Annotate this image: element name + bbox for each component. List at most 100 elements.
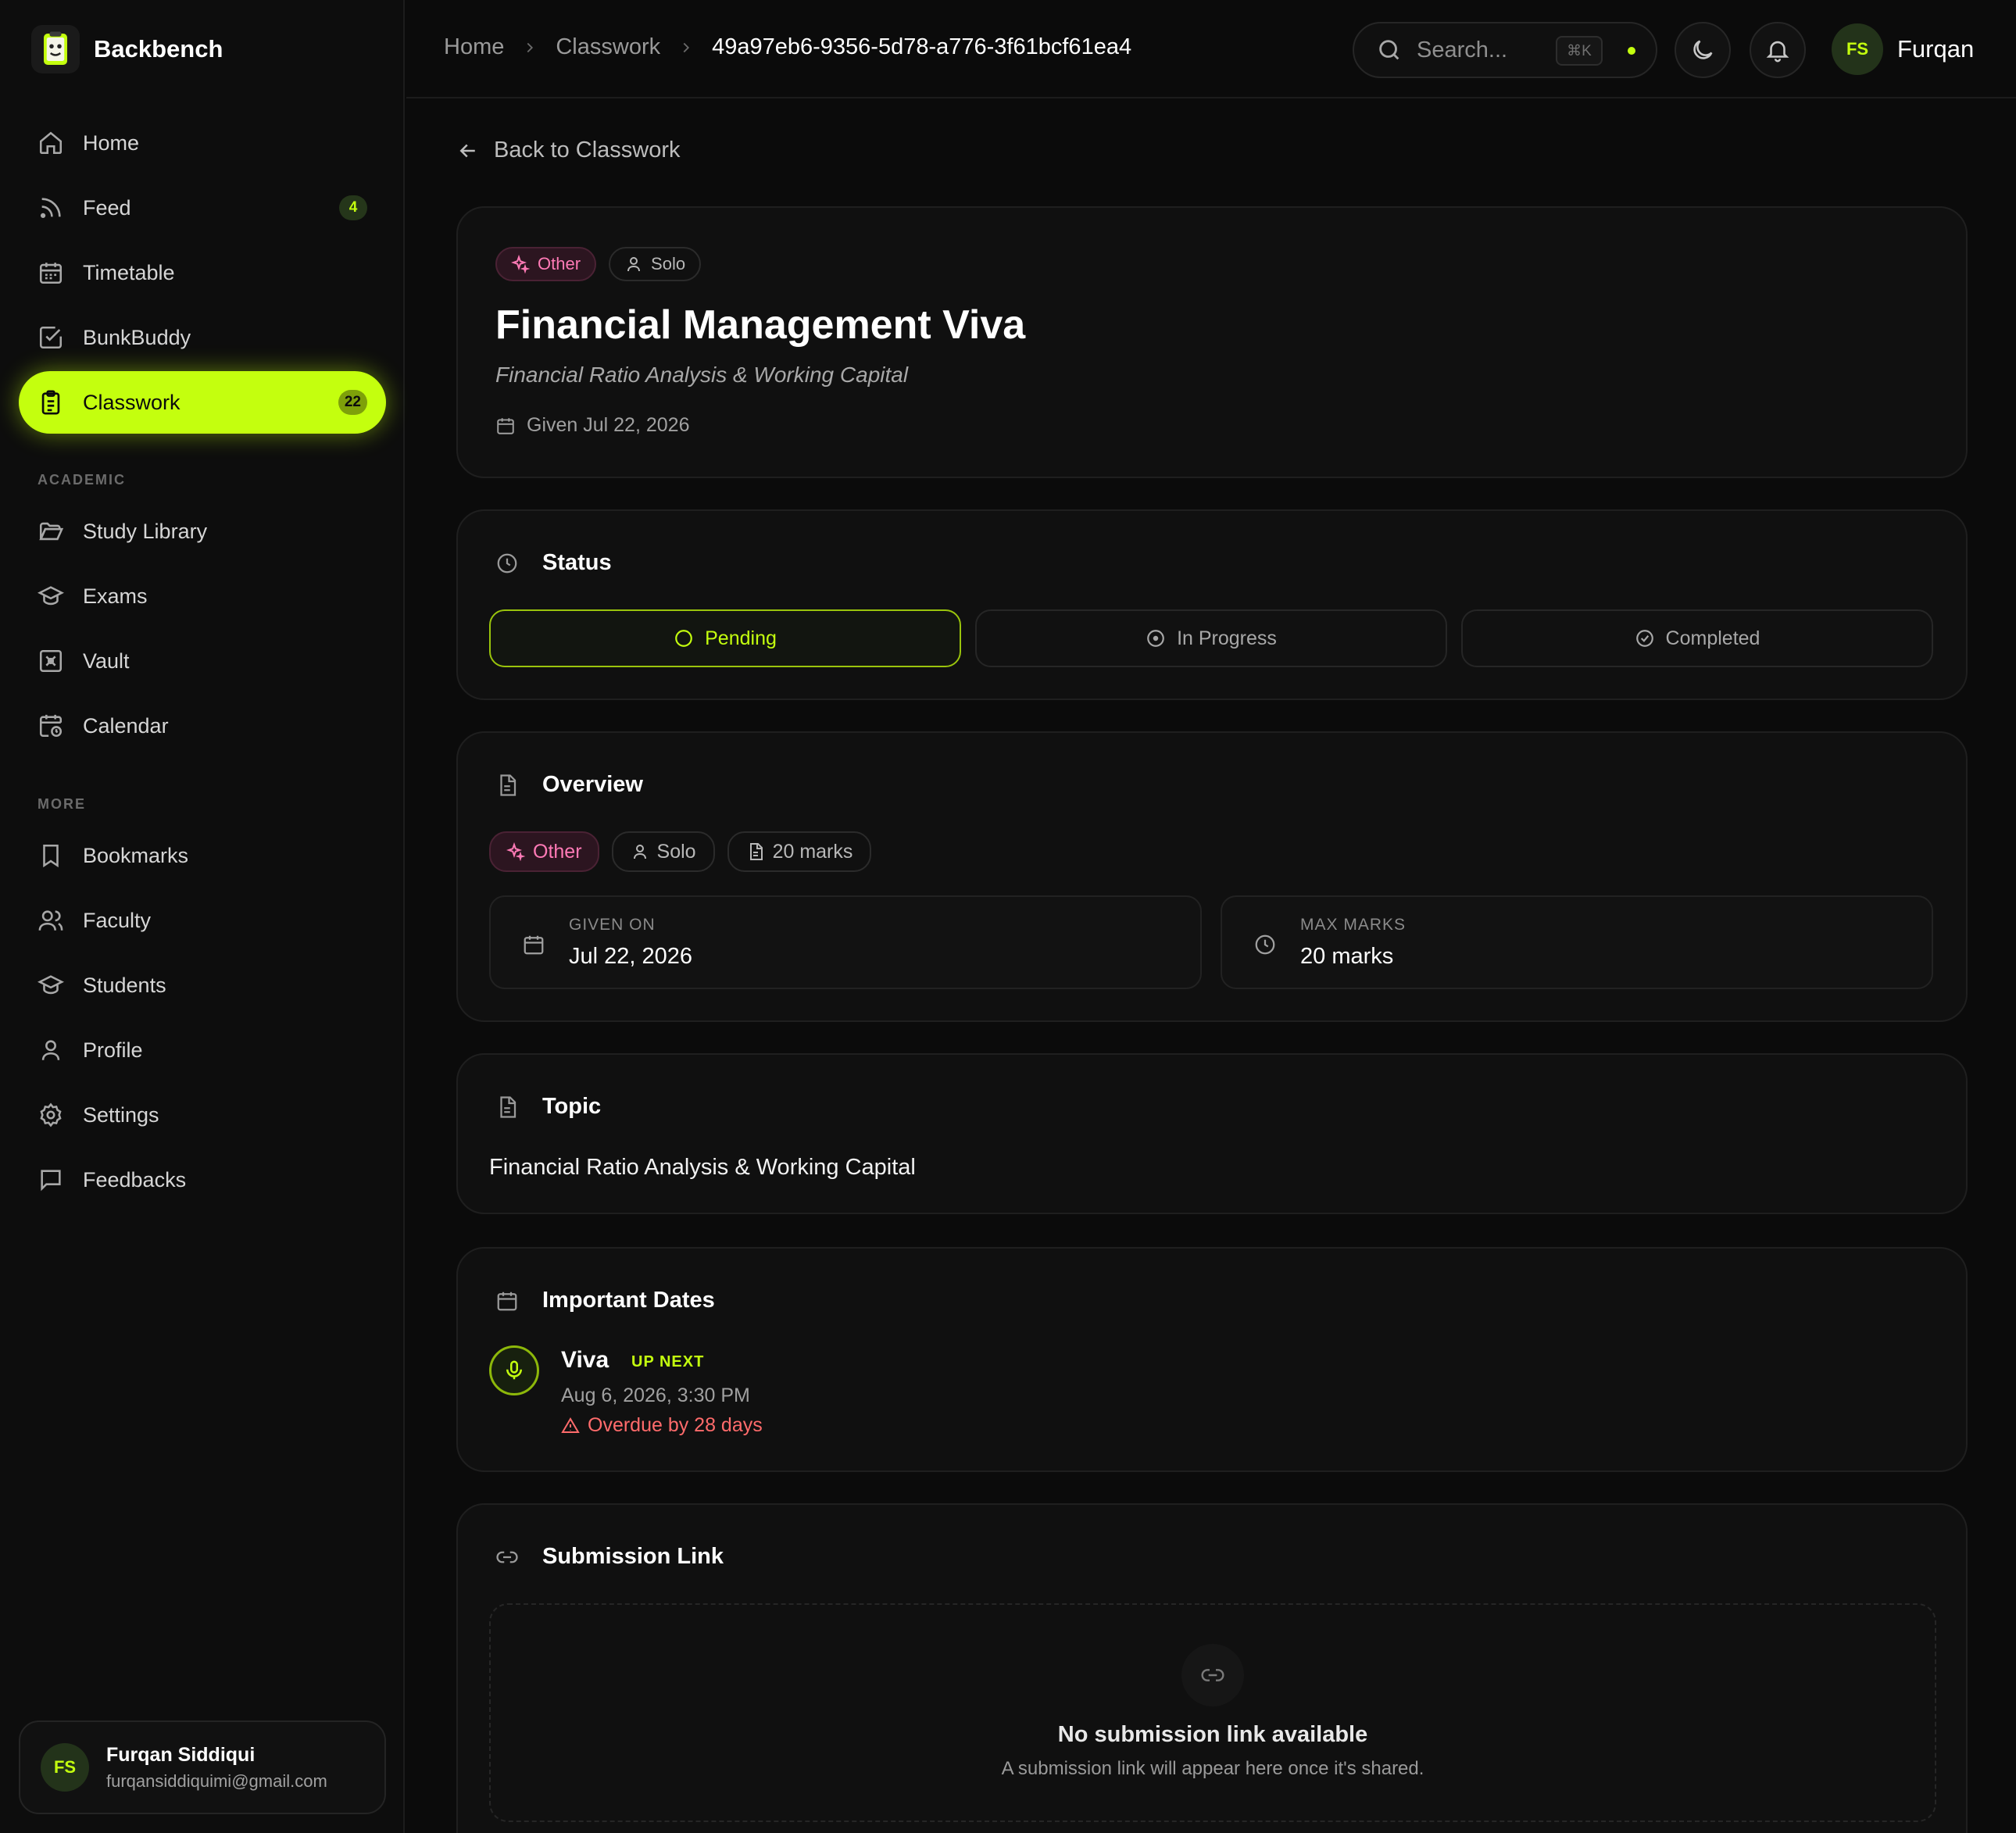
sidebar-user-card[interactable]: FS Furqan Siddiqui furqansiddiquimi@gmai… [19,1720,386,1814]
sidebar-item-label: Feed [83,195,131,220]
sidebar-item-label: Timetable [83,260,175,284]
nav-main: Home Feed 4 Timetable BunkBuddy Classwor… [19,112,386,436]
given-on-box: GIVEN ON Jul 22, 2026 [489,895,1202,989]
important-dates-title: Important Dates [542,1288,715,1313]
home-icon [39,131,63,155]
sidebar-item-feed[interactable]: Feed 4 [19,177,386,239]
sidebar-item-label: Students [83,973,166,997]
breadcrumb-home[interactable]: Home [444,34,504,60]
user-name: Furqan Siddiqui [106,1743,256,1766]
moon-icon [1693,40,1713,59]
circle-dot-icon [1147,630,1164,647]
overdue-warning: Overdue by 28 days [561,1414,763,1437]
category-label: Other [533,840,582,863]
sidebar-item-settings[interactable]: Settings [19,1084,386,1146]
sidebar-item-faculty[interactable]: Faculty [19,889,386,952]
clock-icon [497,553,517,573]
file-text-icon [500,774,517,796]
sidebar-item-students[interactable]: Students [19,954,386,1017]
arrow-left-icon [459,144,475,157]
status-in-progress-label: In Progress [1177,627,1277,649]
submission-empty-state: No submission link available A submissio… [489,1603,1936,1822]
empty-state-title: No submission link available [1057,1722,1368,1747]
max-marks-box: MAX MARKS 20 marks [1221,895,1933,989]
sidebar-item-label: Calendar [83,713,169,738]
file-text-icon [500,1095,517,1118]
sidebar-item-label: BunkBuddy [83,325,191,349]
event-date: Aug 6, 2026, 3:30 PM [561,1385,750,1406]
user-menu[interactable]: FS Furqan [1832,23,1974,75]
max-marks-label: MAX MARKS [1300,916,1407,934]
important-dates-heading: Important Dates [495,1288,715,1313]
sidebar-item-vault[interactable]: Vault [19,630,386,692]
alert-triangle-icon [561,1417,580,1433]
clipboard-icon [41,390,60,415]
topic-title: Topic [542,1094,602,1119]
status-card: Status Pending In Progress Completed [456,509,1968,700]
folder-open-icon [39,522,64,541]
page-subtitle: Financial Ratio Analysis & Working Capit… [495,363,909,387]
file-text-icon [749,843,763,860]
sidebar-item-bunkbuddy[interactable]: BunkBuddy [19,306,386,369]
breadcrumb-classwork[interactable]: Classwork [556,34,660,60]
sidebar-item-label: Vault [83,649,130,673]
check-circle-icon [1635,630,1653,647]
user-email: furqansiddiquimi@gmail.com [106,1770,327,1791]
search-input[interactable]: Search... ⌘K [1353,22,1657,78]
search-icon [1379,40,1399,60]
sidebar-item-label: Bookmarks [83,843,189,867]
sidebar-item-home[interactable]: Home [19,112,386,174]
search-placeholder: Search... [1417,37,1508,63]
check-square-icon [39,326,63,349]
status-pending-button[interactable]: Pending [489,609,961,667]
bell-icon [1766,41,1789,63]
section-label-academic: ACADEMIC [38,472,126,488]
sidebar-item-exams[interactable]: Exams [19,565,386,627]
back-link[interactable]: Back to Classwork [456,138,681,163]
clock-icon [1255,934,1275,955]
nav-more: Bookmarks Faculty Students Profile Setti… [19,824,386,1213]
rss-icon [40,198,61,219]
submission-link-title: Submission Link [542,1544,724,1569]
chevron-right-icon [527,42,534,52]
marks-label: 20 marks [772,840,853,863]
status-title: Status [542,550,612,575]
sidebar-item-feedbacks[interactable]: Feedbacks [19,1149,386,1211]
bookmark-icon [43,844,59,868]
nav-academic: Study Library Exams Vault Calendar [19,500,386,759]
category-label: Other [538,254,581,273]
notifications-button[interactable] [1750,22,1806,78]
microphone-icon [489,1345,539,1395]
page-title: Financial Management Viva [495,302,1026,348]
section-label-more: MORE [38,796,86,812]
sidebar-item-study-library[interactable]: Study Library [19,500,386,563]
sidebar-item-calendar[interactable]: Calendar [19,695,386,757]
breadcrumb: Home Classwork 49a97eb6-9356-5d78-a776-3… [444,34,1131,60]
status-heading: Status [495,550,612,576]
sidebar-item-classwork[interactable]: Classwork 22 [19,371,386,434]
given-date-label: Given Jul 22, 2026 [527,414,690,436]
category-pill: Other [489,831,599,872]
back-link-label: Back to Classwork [494,138,681,163]
avatar: FS [1832,23,1883,75]
breadcrumb-current: 49a97eb6-9356-5d78-a776-3f61bcf61ea4 [712,34,1132,59]
category-pill: Other [495,247,597,281]
sidebar-item-profile[interactable]: Profile [19,1019,386,1081]
up-next-badge: UP NEXT [631,1353,705,1370]
mode-pill: Solo [609,247,702,281]
avatar: FS [41,1743,89,1792]
marks-pill: 20 marks [727,831,872,872]
calendar-clock-icon [39,714,63,738]
sidebar-item-bookmarks[interactable]: Bookmarks [19,824,386,887]
sidebar-item-timetable[interactable]: Timetable [19,241,386,304]
link-icon [496,1551,518,1563]
status-pending-label: Pending [705,627,777,649]
mode-label: Solo [651,254,686,273]
theme-toggle-button[interactable] [1675,22,1731,78]
status-completed-button[interactable]: Completed [1461,609,1933,667]
submission-link-heading: Submission Link [495,1544,724,1570]
brand[interactable]: Backbench [31,25,223,73]
status-in-progress-button[interactable]: In Progress [975,609,1447,667]
calendar-icon [524,935,544,955]
overview-title: Overview [542,772,643,797]
